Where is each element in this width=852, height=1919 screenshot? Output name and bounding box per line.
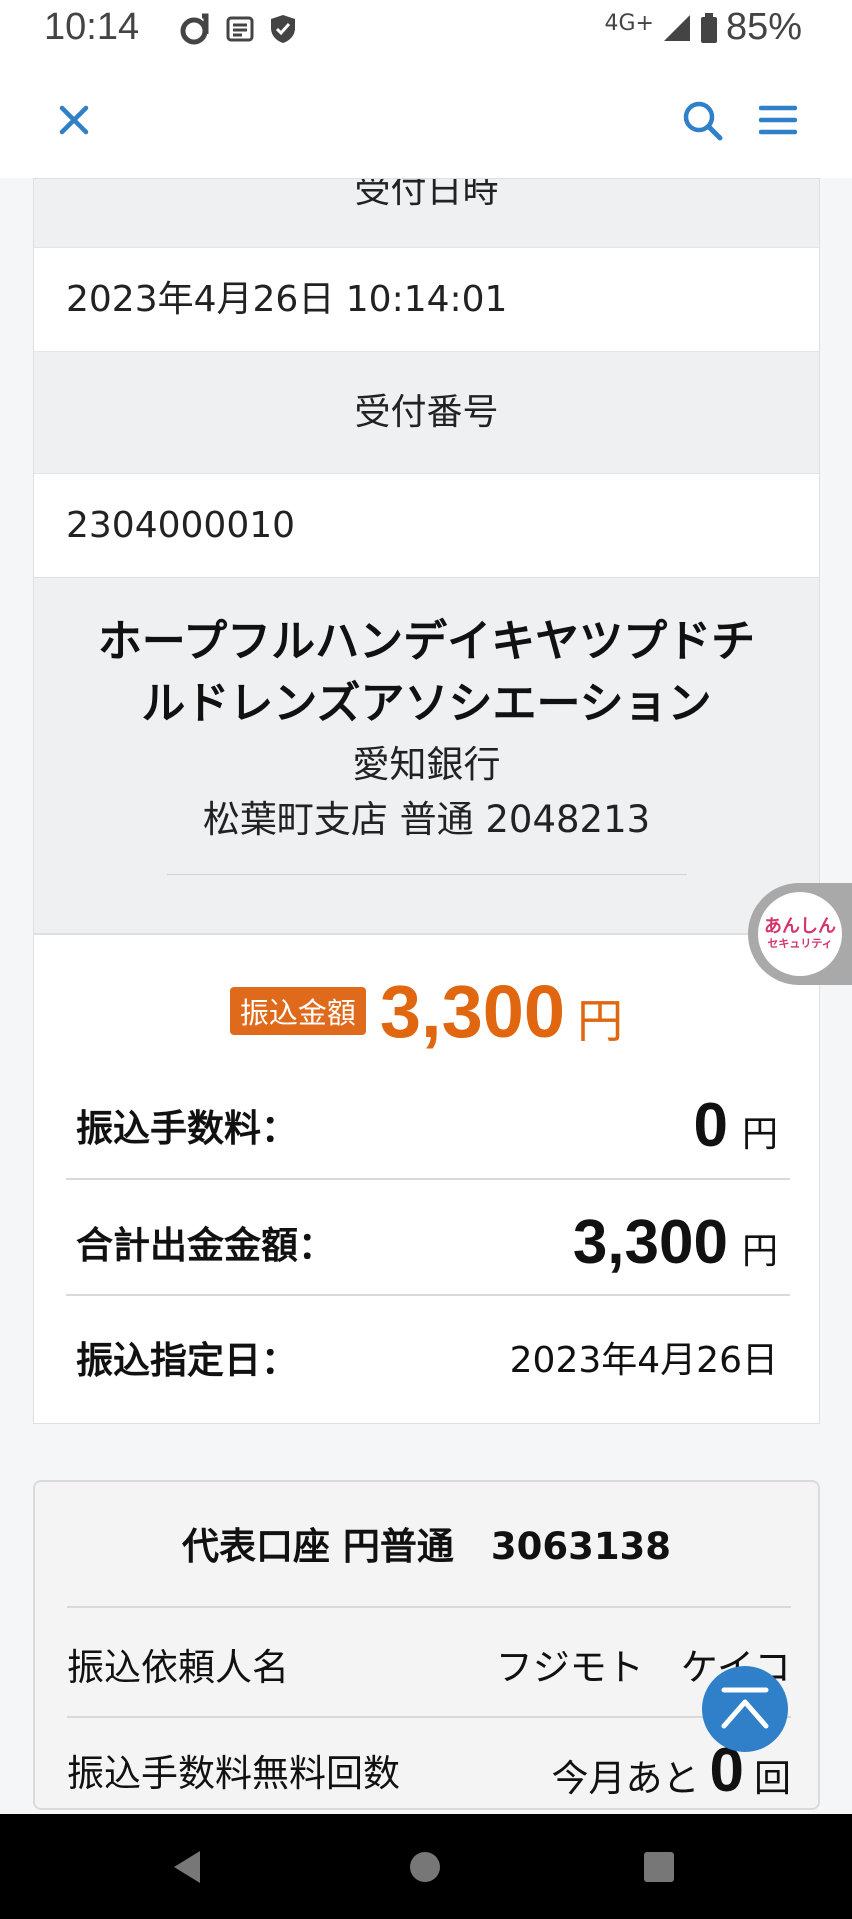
search-icon	[683, 101, 723, 141]
search-button[interactable]	[674, 92, 730, 148]
menu-icon	[759, 105, 797, 135]
menu-button[interactable]	[750, 92, 806, 148]
network-type: 4G+	[604, 11, 654, 36]
system-nav-bar	[0, 1814, 852, 1919]
anshin-line1: あんしん	[764, 916, 836, 937]
receipt-card: 受付日時 2023年4月26日 10:14:01 受付番号 2304000010	[33, 178, 820, 578]
datetime-label: 受付日時	[354, 179, 499, 211]
free-count-row: 振込手数料無料回数 今月あと 0 回	[67, 1720, 791, 1808]
app-header	[0, 62, 852, 178]
total-unit: 円	[741, 1230, 778, 1272]
status-right: 4G+ 85%	[604, 6, 802, 49]
payee-name-line2: ルドレンズアソシエーション	[141, 678, 712, 729]
divider	[66, 1178, 790, 1180]
free-count-prefix: 今月あと	[551, 1756, 700, 1800]
fee-value: 0	[693, 1090, 728, 1160]
date-label: 振込指定日：	[76, 1339, 298, 1382]
recents-icon[interactable]	[642, 1850, 676, 1884]
fee-unit: 円	[741, 1113, 778, 1155]
close-button[interactable]	[46, 92, 102, 148]
number-value: 2304000010	[66, 505, 296, 546]
total-label: 合計出金金額：	[76, 1224, 335, 1267]
datetime-label-row: 受付日時	[34, 179, 819, 247]
number-value-row: 2304000010	[34, 473, 819, 577]
payee-divider	[167, 874, 687, 875]
divider	[67, 1606, 791, 1608]
fee-label: 振込手数料：	[76, 1107, 298, 1150]
total-value: 3,300	[572, 1207, 728, 1277]
total-value-group: 3,300 円	[573, 1207, 790, 1278]
transfer-amount: 振込金額 3,300 円	[34, 961, 819, 1061]
account-card: 代表口座 円普通 3063138 振込依頼人名 フジモト ケイコ 振込手数料無料…	[33, 1480, 820, 1810]
payee-branch-account: 松葉町支店 普通 2048213	[202, 798, 651, 841]
number-label: 受付番号	[354, 392, 499, 433]
back-icon[interactable]	[170, 1849, 204, 1885]
datetime-value: 2023年4月26日 10:14:01	[66, 279, 508, 320]
status-icons-left	[178, 12, 298, 46]
battery-percent: 85%	[725, 6, 802, 48]
number-label-row: 受付番号	[34, 351, 819, 473]
account-title: 代表口座 円普通 3063138	[181, 1525, 672, 1568]
anshin-security-logo: あんしん セキュリティ	[758, 892, 842, 976]
datetime-value-row: 2023年4月26日 10:14:01	[34, 247, 819, 351]
date-row: 振込指定日： 2023年4月26日	[66, 1307, 790, 1407]
payee-card: ホープフルハンデイキヤツプドチ ルドレンズアソシエーション 愛知銀行 松葉町支店…	[33, 577, 820, 934]
docomo-d-icon	[180, 13, 209, 45]
home-icon[interactable]	[408, 1850, 442, 1884]
news-icon	[226, 16, 254, 42]
anshin-security-button[interactable]: あんしん セキュリティ	[748, 883, 852, 985]
anshin-line2: セキュリティ	[767, 937, 833, 950]
fee-row: 振込手数料： 0 円	[66, 1075, 790, 1175]
divider	[66, 1294, 790, 1296]
amount-card: 振込金額 3,300 円 振込手数料： 0 円 合計出金金額： 3,300 円 …	[33, 934, 820, 1424]
date-value: 2023年4月26日	[509, 1340, 778, 1381]
payee-info: ホープフルハンデイキヤツプドチ ルドレンズアソシエーション 愛知銀行 松葉町支店…	[34, 611, 819, 847]
free-count-label: 振込手数料無料回数	[67, 1752, 400, 1795]
status-bar: 10:14 4G+ 85%	[0, 0, 852, 62]
divider	[67, 1716, 791, 1718]
scroll-up-icon	[721, 1687, 769, 1729]
shield-check-icon	[271, 15, 295, 43]
scroll-to-top-button[interactable]	[702, 1666, 788, 1752]
free-count-unit: 回	[754, 1756, 791, 1800]
signal-icon	[663, 14, 690, 41]
battery-icon	[700, 12, 717, 43]
total-row: 合計出金金額： 3,300 円	[66, 1192, 790, 1292]
payee-name-line1: ホープフルハンデイキヤツプドチ	[97, 616, 756, 667]
requester-row: 振込依頼人名 フジモト ケイコ	[67, 1612, 791, 1716]
status-time: 10:14	[44, 6, 140, 48]
amount-value: 3,300	[379, 969, 566, 1053]
requester-label: 振込依頼人名	[67, 1646, 289, 1689]
fee-value-group: 0 円	[694, 1090, 791, 1161]
amount-unit: 円	[577, 994, 624, 1048]
close-icon	[59, 105, 89, 135]
amount-badge: 振込金額	[229, 987, 366, 1035]
payee-bank: 愛知銀行	[352, 743, 501, 786]
